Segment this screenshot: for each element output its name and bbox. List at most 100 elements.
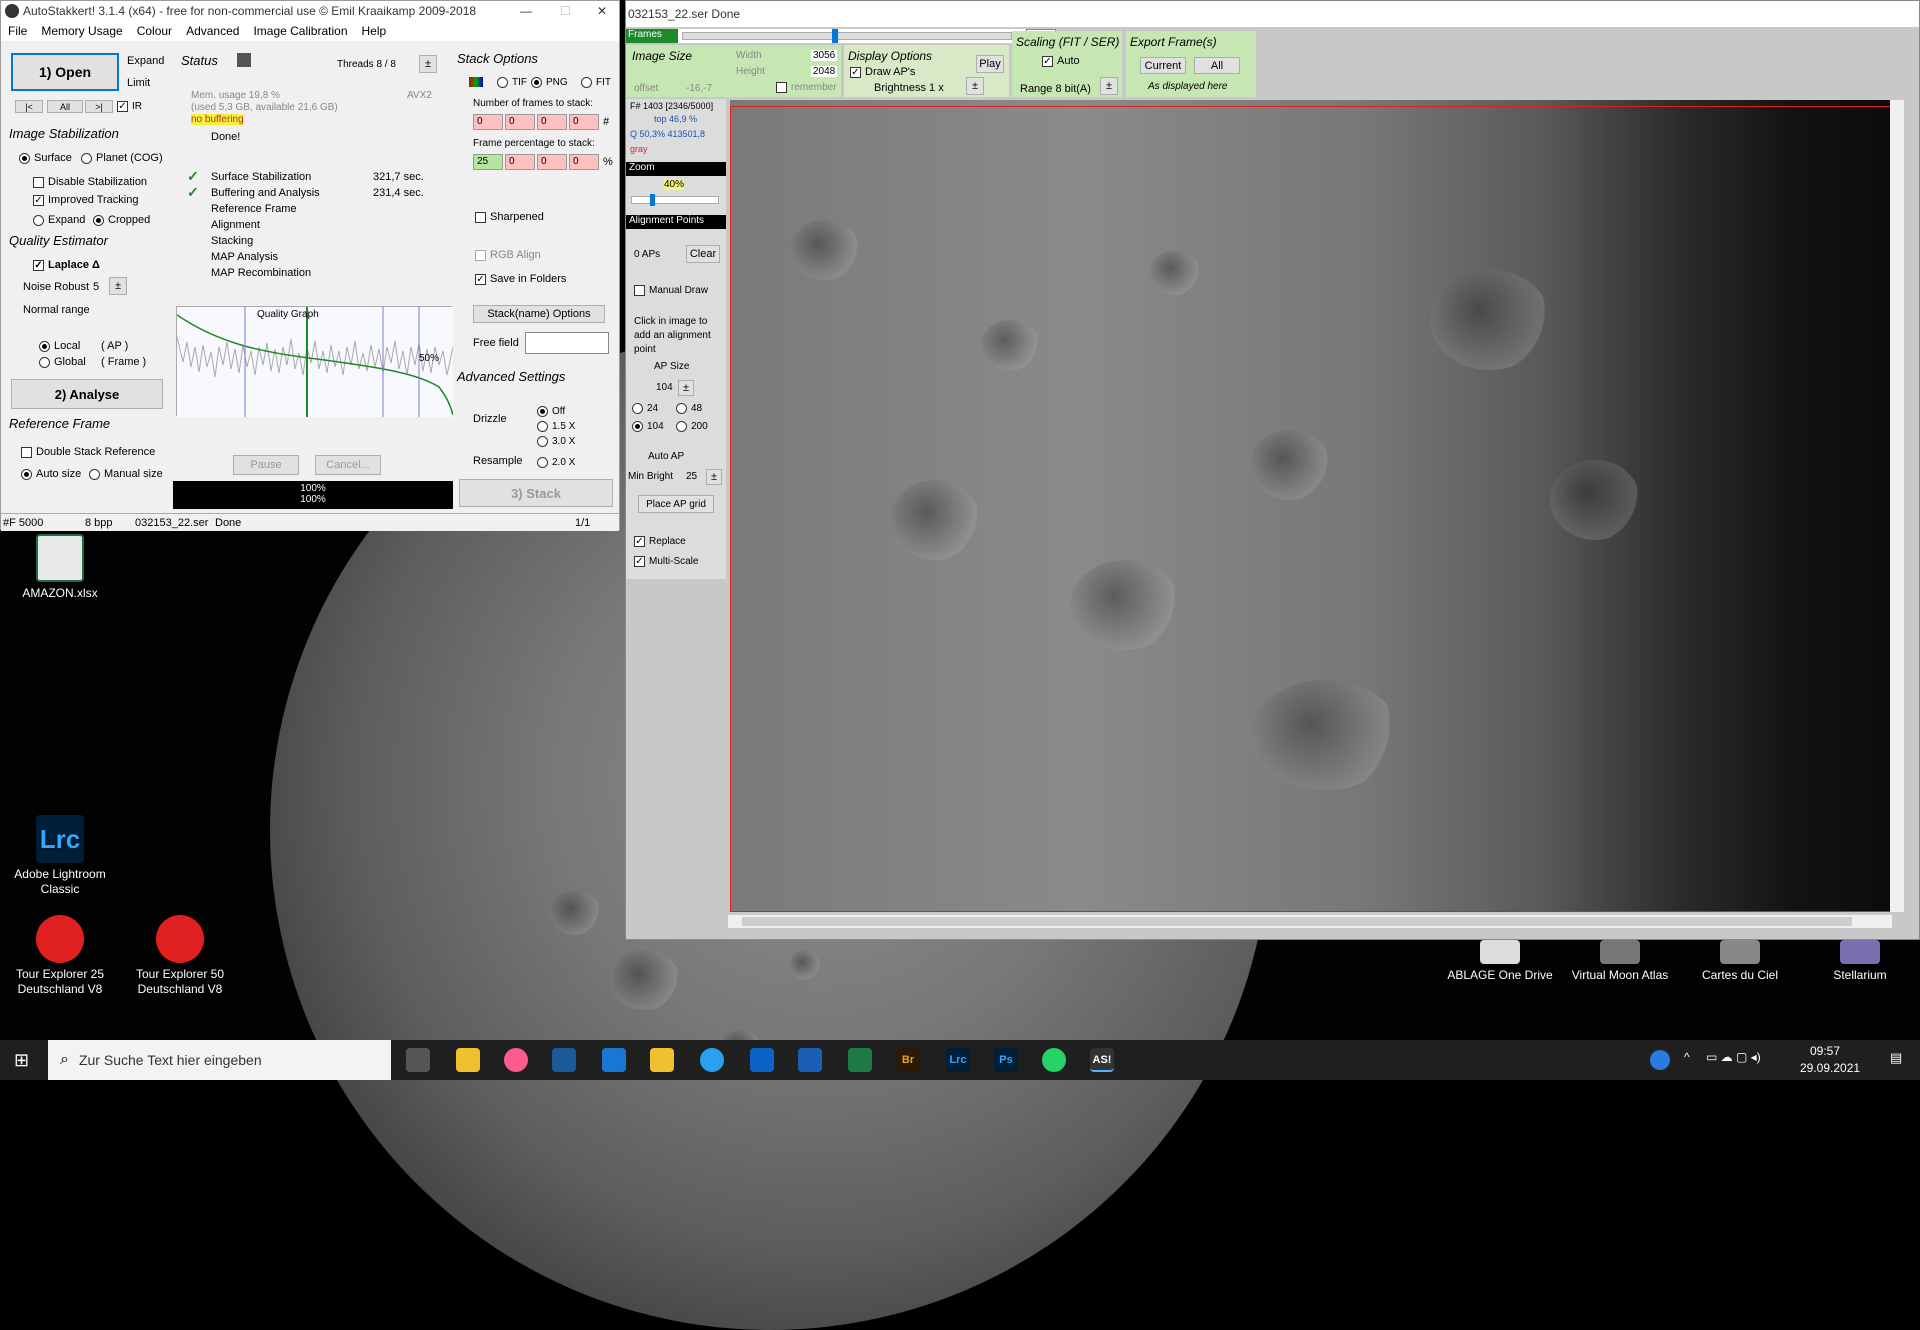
play-button[interactable]: Play [976, 55, 1004, 73]
multi-scale-checkbox[interactable]: ✓ Multi-Scale [634, 556, 698, 567]
menu-file[interactable]: File [1, 24, 34, 38]
help-icon[interactable] [1650, 1050, 1670, 1070]
last-frame-button[interactable]: >| [85, 100, 113, 113]
drizzle-off-radio[interactable]: Off [537, 406, 565, 417]
analyse-button[interactable]: 2) Analyse [11, 379, 163, 409]
clock-time[interactable]: 09:57 [1810, 1044, 1840, 1058]
ap-size-104-radio[interactable]: 104 [632, 421, 664, 432]
num-frames-field-4[interactable]: 0 [569, 114, 599, 130]
auto-scaling-checkbox[interactable]: ✓ Auto [1042, 55, 1080, 67]
frame-pct-field-4[interactable]: 0 [569, 154, 599, 170]
laplace-checkbox[interactable]: ✓ Laplace Δ [33, 259, 100, 271]
main-titlebar[interactable]: AutoStakkert! 3.1.4 (x64) - free for non… [1, 1, 619, 21]
drizzle-1-5-radio[interactable]: 1.5 X [537, 421, 575, 432]
place-ap-grid-button[interactable]: Place AP grid [638, 495, 714, 513]
app-icon-1[interactable] [552, 1048, 576, 1072]
lightroom-taskbar-icon[interactable]: Lrc [946, 1048, 970, 1072]
zoom-slider-thumb[interactable] [650, 194, 655, 206]
range-spin-icon[interactable]: ± [1100, 77, 1118, 95]
desktop-icon-stellarium[interactable]: Stellarium [1800, 940, 1920, 983]
whatsapp-icon[interactable] [1042, 1048, 1066, 1072]
resample-2-0-radio[interactable]: 2.0 X [537, 457, 575, 468]
ap-size-200-radio[interactable]: 200 [676, 421, 708, 432]
notification-icon[interactable]: ▤ [1890, 1050, 1902, 1066]
zoom-slider[interactable] [631, 194, 719, 206]
windows-start-icon[interactable]: ⊞ [14, 1050, 29, 1071]
auto-size-radio[interactable]: Auto size [21, 468, 81, 480]
desktop-icon-ablage[interactable]: ABLAGE One Drive [1440, 940, 1560, 983]
double-stack-reference-checkbox[interactable]: Double Stack Reference [21, 446, 155, 458]
png-radio[interactable]: PNG [531, 77, 568, 88]
outlook-icon[interactable] [750, 1048, 774, 1072]
edge-icon[interactable] [700, 1048, 724, 1072]
cropped-radio[interactable]: Cropped [93, 214, 150, 226]
noise-robust-spin-icon[interactable]: ± [109, 277, 127, 295]
first-frame-button[interactable]: |< [15, 100, 43, 113]
ir-checkbox[interactable]: ✓ IR [117, 101, 142, 112]
desktop-icon-tour-explorer-50[interactable]: Tour Explorer 50 Deutschland V8 [120, 915, 240, 997]
planet-radio[interactable]: Planet (COG) [81, 152, 163, 164]
num-frames-field-2[interactable]: 0 [505, 114, 535, 130]
remember-checkbox[interactable]: remember [776, 82, 837, 93]
word-icon[interactable] [798, 1048, 822, 1072]
draw-aps-checkbox[interactable]: ✓ Draw AP's [850, 66, 915, 78]
ap-size-48-radio[interactable]: 48 [676, 403, 702, 414]
clear-aps-button[interactable]: Clear [686, 245, 720, 263]
calculator-icon[interactable] [602, 1048, 626, 1072]
all-frames-button[interactable]: All [47, 100, 83, 113]
stackname-options-button[interactable]: Stack(name) Options [473, 305, 605, 323]
tray-icons[interactable]: ▭ ☁ ▢ ◂) [1706, 1050, 1761, 1064]
desktop-icon-virtual-moon-atlas[interactable]: Virtual Moon Atlas [1560, 940, 1680, 983]
autostakkert-taskbar-icon[interactable]: AS! [1090, 1048, 1114, 1072]
global-radio[interactable]: Global [39, 356, 86, 368]
replace-checkbox[interactable]: ✓ Replace [634, 536, 686, 547]
export-current-button[interactable]: Current [1140, 57, 1186, 74]
desktop-icon-tour-explorer-25[interactable]: Tour Explorer 25 Deutschland V8 [0, 915, 120, 997]
folder-icon[interactable] [650, 1048, 674, 1072]
frames-slider[interactable] [682, 29, 1012, 43]
menu-memory-usage[interactable]: Memory Usage [34, 24, 129, 38]
improved-tracking-checkbox[interactable]: ✓ Improved Tracking [33, 194, 138, 206]
search-box[interactable]: ⌕ Zur Suche Text hier eingeben [48, 1040, 391, 1080]
pause-button[interactable]: Pause [233, 455, 299, 475]
num-frames-field-3[interactable]: 0 [537, 114, 567, 130]
drizzle-3-0-radio[interactable]: 3.0 X [537, 436, 575, 447]
horizontal-scrollbar[interactable] [728, 914, 1892, 928]
fit-radio[interactable]: FIT [581, 77, 611, 88]
image-canvas[interactable] [730, 100, 1890, 912]
rgb-align-checkbox[interactable]: RGB Align [475, 249, 541, 261]
disable-stabilization-checkbox[interactable]: Disable Stabilization [33, 176, 147, 188]
vertical-scrollbar[interactable] [1890, 100, 1904, 912]
ap-size-spin-icon[interactable]: ± [678, 380, 694, 396]
horizontal-scrollbar-thumb[interactable] [742, 917, 1852, 926]
desktop-icon-amazon[interactable]: AMAZON.xlsx [0, 534, 120, 601]
minimize-icon[interactable]: — [506, 4, 546, 18]
menu-colour[interactable]: Colour [130, 24, 179, 38]
surface-radio[interactable]: Surface [19, 152, 72, 164]
frame-pct-field-2[interactable]: 0 [505, 154, 535, 170]
local-radio[interactable]: Local [39, 340, 80, 352]
image-window-titlebar[interactable]: 032153_22.ser Done [626, 1, 1919, 27]
close-icon[interactable]: ✕ [585, 4, 619, 18]
frames-slider-thumb[interactable] [832, 29, 839, 43]
min-bright-spin-icon[interactable]: ± [706, 469, 722, 485]
maximize-icon[interactable]: ☐ [546, 4, 585, 18]
cancel-button[interactable]: Cancel... [315, 455, 381, 475]
desktop-icon-lightroom[interactable]: Lrc Adobe Lightroom Classic [0, 815, 120, 897]
free-field-input[interactable] [525, 332, 609, 354]
menu-image-calibration[interactable]: Image Calibration [246, 24, 354, 38]
menu-advanced[interactable]: Advanced [179, 24, 246, 38]
itunes-icon[interactable] [504, 1048, 528, 1072]
stack-button[interactable]: 3) Stack [459, 479, 613, 507]
tif-radio[interactable]: TIF [497, 77, 527, 88]
photoshop-icon[interactable]: Ps [994, 1048, 1018, 1072]
expand-radio[interactable]: Expand [33, 214, 85, 226]
frame-pct-field-1[interactable]: 25 [473, 154, 503, 170]
menu-help[interactable]: Help [355, 24, 394, 38]
chevron-up-icon[interactable]: ^ [1684, 1050, 1690, 1064]
limit-label[interactable]: Limit [127, 77, 150, 89]
desktop-icon-cartes-du-ciel[interactable]: Cartes du Ciel [1680, 940, 1800, 983]
expand-label[interactable]: Expand [127, 55, 164, 67]
manual-size-radio[interactable]: Manual size [89, 468, 163, 480]
bridge-icon[interactable]: Br [896, 1048, 920, 1072]
